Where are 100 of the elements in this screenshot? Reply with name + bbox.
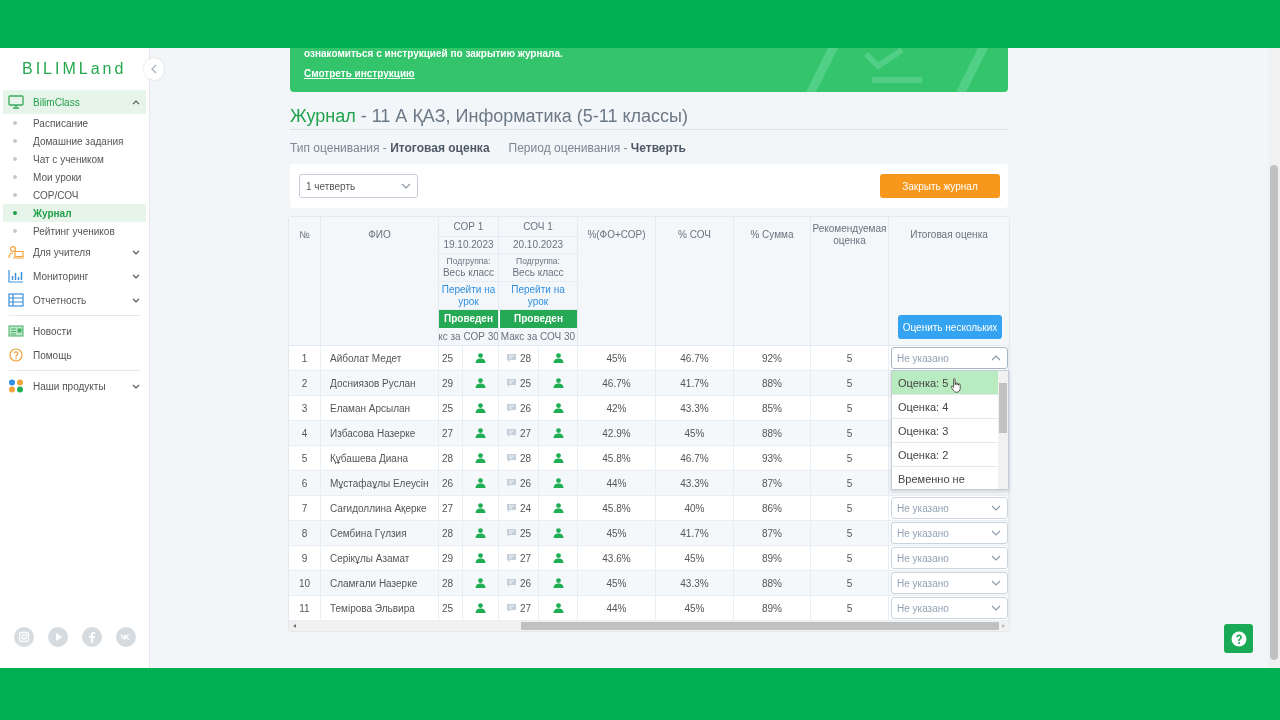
person-icon[interactable]: [475, 478, 486, 488]
student-name: Досниязов Руслан: [330, 377, 416, 389]
subgroup-label: Подгруппа:: [446, 256, 491, 267]
status-label: Проведен: [499, 310, 577, 328]
percentage: 45%: [684, 602, 705, 614]
max-score-label: кс за СОР 30: [439, 330, 498, 343]
percentage: 86%: [762, 502, 782, 514]
person-icon[interactable]: [475, 353, 486, 363]
percentage: 46.7%: [680, 452, 709, 464]
person-laptop-icon: [8, 245, 24, 259]
student-name: Айболат Медет: [330, 352, 402, 364]
percentage: 43.3%: [680, 577, 709, 589]
social-icon[interactable]: [116, 627, 136, 647]
percentage: 87%: [762, 527, 782, 539]
dot-icon: [13, 139, 17, 143]
comment-icon[interactable]: [507, 404, 516, 412]
person-icon[interactable]: [475, 428, 486, 438]
comment-icon[interactable]: [507, 379, 516, 387]
person-icon[interactable]: [552, 453, 564, 463]
recommended-grade: 5: [846, 502, 853, 514]
percentage: 93%: [762, 452, 782, 464]
submenu-item[interactable]: Расписание: [3, 114, 146, 132]
person-icon[interactable]: [475, 453, 486, 463]
comment-icon[interactable]: [507, 579, 516, 587]
comment-icon[interactable]: [507, 604, 516, 612]
person-icon[interactable]: [552, 503, 564, 513]
person-icon[interactable]: [552, 553, 564, 563]
percentage: 45%: [606, 577, 627, 589]
recommended-grade: 5: [846, 427, 853, 439]
score: 26: [520, 477, 532, 489]
recommended-grade: 5: [846, 577, 853, 589]
row-number: 6: [301, 477, 308, 489]
menu-item[interactable]: Новости: [3, 319, 146, 343]
column-header: СОР 1: [453, 220, 484, 233]
social-icon[interactable]: [14, 627, 34, 647]
recommended-grade: 5: [846, 352, 853, 364]
menu-item[interactable]: Мониторинг: [3, 264, 146, 288]
score: 25: [520, 377, 532, 389]
person-icon[interactable]: [552, 403, 564, 413]
person-icon[interactable]: [552, 428, 564, 438]
chevron-down-icon: [991, 530, 1001, 536]
comment-icon[interactable]: [507, 504, 516, 512]
collapse-button[interactable]: [144, 58, 164, 80]
row-number: 1: [301, 352, 308, 364]
person-icon[interactable]: [475, 378, 486, 388]
percentage: 88%: [762, 377, 782, 389]
percentage: 88%: [762, 427, 782, 439]
score: 25: [442, 602, 454, 614]
chevron-left-icon: [151, 64, 157, 74]
dot-icon: [13, 175, 17, 179]
menu-item[interactable]: Помощь: [3, 343, 146, 367]
vertical-scrollbar[interactable]: [1268, 48, 1280, 668]
social-icon[interactable]: [82, 627, 102, 647]
person-icon[interactable]: [552, 603, 564, 613]
recommended-grade: 5: [846, 477, 853, 489]
lesson-date: 20.10.2023: [512, 239, 564, 251]
scrollbar[interactable]: [998, 371, 1008, 489]
student-name: Мұстафаұлы Елеусін: [330, 477, 429, 489]
percentage: 44%: [606, 477, 627, 489]
person-icon[interactable]: [475, 528, 486, 538]
person-icon[interactable]: [475, 503, 486, 513]
submenu-item[interactable]: СОР/СОЧ: [3, 186, 146, 204]
period-select[interactable]: 1 четверть: [299, 174, 418, 198]
percentage: 45.8%: [602, 452, 631, 464]
person-icon[interactable]: [475, 403, 486, 413]
person-icon[interactable]: [475, 578, 486, 588]
comment-icon[interactable]: [507, 479, 516, 487]
help-button[interactable]: [1224, 624, 1253, 653]
lesson-date: 19.10.2023: [443, 239, 494, 251]
student-name: Серікұлы Азамат: [330, 552, 410, 564]
person-icon[interactable]: [552, 353, 564, 363]
row-number: 2: [301, 377, 308, 389]
person-icon[interactable]: [475, 553, 486, 563]
comment-icon[interactable]: [507, 454, 516, 462]
submenu-item[interactable]: Мои уроки: [3, 168, 146, 186]
percentage: 42.9%: [602, 427, 631, 439]
person-icon[interactable]: [552, 378, 564, 388]
person-icon[interactable]: [475, 603, 486, 613]
submenu-item[interactable]: Чат с учеником: [3, 150, 146, 168]
row-number: 11: [299, 602, 310, 614]
submenu-item[interactable]: Рейтинг учеников: [3, 222, 146, 240]
comment-icon[interactable]: [507, 354, 516, 362]
person-icon[interactable]: [552, 478, 564, 488]
horizontal-scrollbar[interactable]: [289, 621, 1009, 631]
comment-icon[interactable]: [507, 429, 516, 437]
comment-icon[interactable]: [507, 554, 516, 562]
menu-item[interactable]: Отчетность: [3, 288, 146, 312]
score: 27: [520, 552, 532, 564]
menu-item[interactable]: Для учителя: [3, 240, 146, 264]
percentage: 43.3%: [680, 477, 709, 489]
comment-icon[interactable]: [507, 529, 516, 537]
dropdown-option[interactable]: Оценка: 5: [892, 371, 999, 395]
menu-item[interactable]: Наши продукты: [3, 374, 146, 398]
column-header: №: [299, 229, 310, 241]
newspaper-icon: [8, 324, 24, 338]
person-icon[interactable]: [552, 578, 564, 588]
row-number: 9: [301, 552, 308, 564]
social-icon[interactable]: [48, 627, 68, 647]
submenu-item[interactable]: Домашние задания: [3, 132, 146, 150]
person-icon[interactable]: [552, 528, 564, 538]
